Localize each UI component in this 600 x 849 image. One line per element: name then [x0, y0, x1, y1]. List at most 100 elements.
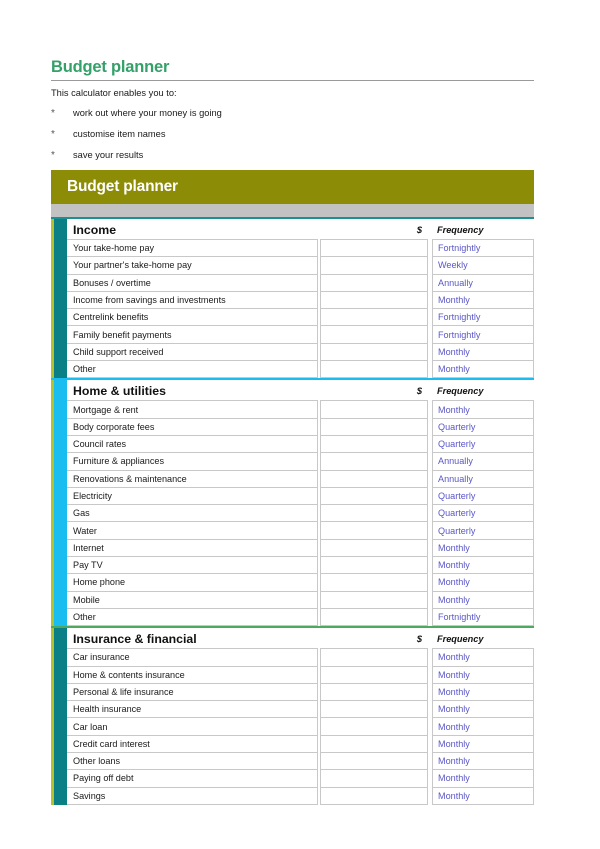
item-name-field[interactable]: Mobile [67, 590, 318, 609]
item-name-field[interactable]: Water [67, 521, 318, 540]
item-name-field[interactable]: Your take-home pay [67, 239, 318, 258]
frequency-select[interactable]: Fortnightly [432, 308, 534, 327]
item-name-field[interactable]: Other [67, 360, 318, 379]
frequency-select[interactable]: Monthly [432, 769, 534, 788]
frequency-select[interactable]: Annually [432, 452, 534, 471]
frequency-select[interactable]: Monthly [432, 682, 534, 702]
amount-input[interactable] [320, 734, 428, 754]
amount-input[interactable] [320, 769, 428, 788]
frequency-select[interactable]: Monthly [432, 360, 534, 379]
section-accent-bar [54, 361, 67, 379]
frequency-select[interactable]: Quarterly [432, 504, 534, 523]
intro-bullet-item: * save your results [51, 149, 534, 162]
amount-input[interactable] [320, 521, 428, 540]
amount-input[interactable] [320, 665, 428, 684]
frequency-select[interactable]: Monthly [432, 700, 534, 719]
item-name-field[interactable]: Car insurance [67, 648, 318, 667]
frequency-select[interactable]: Monthly [432, 290, 534, 310]
item-name-field[interactable]: Gas [67, 504, 318, 523]
amount-input[interactable] [320, 717, 428, 736]
section-accent-bar [54, 753, 67, 771]
amount-input[interactable] [320, 752, 428, 771]
frequency-select[interactable]: Monthly [432, 538, 534, 558]
item-name-field[interactable]: Body corporate fees [67, 417, 318, 436]
item-name-field[interactable]: Mortgage & rent [67, 400, 318, 419]
amount-input[interactable] [320, 417, 428, 436]
amount-input[interactable] [320, 556, 428, 575]
frequency-select[interactable]: Monthly [432, 717, 534, 736]
frequency-select[interactable]: Monthly [432, 734, 534, 754]
amount-input[interactable] [320, 682, 428, 702]
frequency-select[interactable]: Fortnightly [432, 325, 534, 344]
amount-input[interactable] [320, 700, 428, 719]
frequency-select[interactable]: Quarterly [432, 521, 534, 540]
amount-input[interactable] [320, 256, 428, 275]
item-name-field[interactable]: Health insurance [67, 700, 318, 719]
item-name-field[interactable]: Your partner's take-home pay [67, 256, 318, 275]
amount-input[interactable] [320, 434, 428, 454]
item-name-field[interactable]: Electricity [67, 486, 318, 506]
frequency-select[interactable]: Quarterly [432, 434, 534, 454]
frequency-select[interactable]: Weekly [432, 256, 534, 275]
amount-input[interactable] [320, 538, 428, 558]
item-name-field[interactable]: Centrelink benefits [67, 308, 318, 327]
frequency-select[interactable]: Quarterly [432, 486, 534, 506]
intro-bullet-label: save your results [73, 150, 144, 160]
item-name-field[interactable]: Car loan [67, 717, 318, 736]
item-name-field[interactable]: Bonuses / overtime [67, 273, 318, 292]
amount-input[interactable] [320, 239, 428, 258]
section-accent-bar [54, 380, 67, 402]
frequency-select[interactable]: Fortnightly [432, 607, 534, 627]
frequency-select[interactable]: Monthly [432, 342, 534, 362]
frequency-select[interactable]: Annually [432, 273, 534, 292]
item-name-field[interactable]: Pay TV [67, 556, 318, 575]
amount-input[interactable] [320, 648, 428, 667]
item-name-field[interactable]: Other loans [67, 752, 318, 771]
frequency-select[interactable]: Monthly [432, 665, 534, 684]
item-name-field[interactable]: Paying off debt [67, 769, 318, 788]
amount-input[interactable] [320, 469, 428, 488]
frequency-select[interactable]: Monthly [432, 786, 534, 805]
amount-input[interactable] [320, 342, 428, 362]
amount-input[interactable] [320, 360, 428, 379]
amount-input[interactable] [320, 573, 428, 592]
item-name-field[interactable]: Child support received [67, 342, 318, 362]
item-name-field[interactable]: Family benefit payments [67, 325, 318, 344]
item-name-field[interactable]: Renovations & maintenance [67, 469, 318, 488]
item-name-field[interactable]: Internet [67, 538, 318, 558]
amount-input[interactable] [320, 486, 428, 506]
amount-input[interactable] [320, 400, 428, 419]
amount-input[interactable] [320, 504, 428, 523]
item-name-field[interactable]: Home phone [67, 573, 318, 592]
item-name-field[interactable]: Personal & life insurance [67, 682, 318, 702]
amount-input[interactable] [320, 273, 428, 292]
frequency-select[interactable]: Monthly [432, 556, 534, 575]
section-accent-bar [54, 701, 67, 719]
amount-input[interactable] [320, 290, 428, 310]
amount-input[interactable] [320, 590, 428, 609]
amount-input[interactable] [320, 607, 428, 627]
item-name-field[interactable]: Income from savings and investments [67, 290, 318, 310]
section-accent-bar [54, 591, 67, 609]
frequency-select[interactable]: Monthly [432, 573, 534, 592]
amount-input[interactable] [320, 786, 428, 805]
section-accent-bar [54, 608, 67, 627]
frequency-select[interactable]: Monthly [432, 400, 534, 419]
frequency-select[interactable]: Monthly [432, 648, 534, 667]
item-name-field[interactable]: Furniture & appliances [67, 452, 318, 471]
amount-input[interactable] [320, 452, 428, 471]
item-name-field[interactable]: Savings [67, 786, 318, 805]
frequency-select[interactable]: Annually [432, 469, 534, 488]
table-row: Home phone Monthly [51, 573, 534, 592]
frequency-select[interactable]: Monthly [432, 590, 534, 609]
item-name-field[interactable]: Other [67, 607, 318, 627]
amount-input[interactable] [320, 325, 428, 344]
amount-input[interactable] [320, 308, 428, 327]
item-name-field[interactable]: Credit card interest [67, 734, 318, 754]
item-name-field[interactable]: Council rates [67, 434, 318, 454]
frequency-select[interactable]: Monthly [432, 752, 534, 771]
frequency-select[interactable]: Quarterly [432, 417, 534, 436]
frequency-select[interactable]: Fortnightly [432, 239, 534, 258]
table-row: Water Quarterly [51, 521, 534, 540]
item-name-field[interactable]: Home & contents insurance [67, 665, 318, 684]
